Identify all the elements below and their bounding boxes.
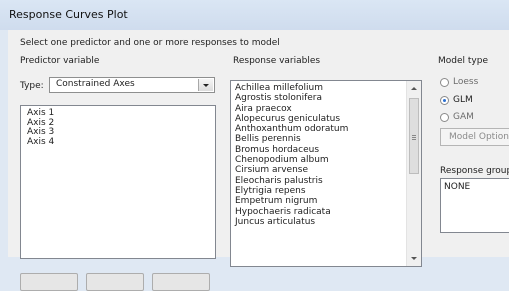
list-item[interactable]: Cirsium arvense bbox=[235, 165, 421, 175]
list-item[interactable]: Juncus articulatus bbox=[235, 217, 421, 227]
response-section-title: Response variables bbox=[233, 56, 321, 66]
list-item[interactable]: Bromus hordaceus bbox=[235, 145, 421, 155]
window-title: Response Curves Plot bbox=[9, 8, 128, 21]
dropdown-button[interactable] bbox=[198, 79, 213, 91]
instruction-text: Select one predictor and one or more res… bbox=[20, 38, 280, 48]
scrollbar-thumb[interactable] bbox=[409, 98, 419, 174]
type-dropdown[interactable]: Constrained Axes bbox=[49, 77, 215, 93]
radio-circle-icon[interactable] bbox=[440, 113, 449, 122]
list-item[interactable]: Agrostis stolonifera bbox=[235, 93, 421, 103]
title-bar: Response Curves Plot bbox=[0, 0, 509, 30]
response-scrollbar[interactable] bbox=[406, 81, 421, 266]
response-list[interactable]: Achillea millefolium Agrostis stolonifer… bbox=[230, 80, 422, 267]
list-item[interactable]: Chenopodium album bbox=[235, 155, 421, 165]
list-item[interactable]: Axis 2 bbox=[27, 118, 215, 129]
grip-icon bbox=[412, 135, 416, 136]
dialog-body: Select one predictor and one or more res… bbox=[8, 30, 509, 291]
bottom-button[interactable] bbox=[152, 273, 210, 291]
response-group-list[interactable]: NONE bbox=[440, 178, 509, 233]
model-type-title: Model type bbox=[438, 56, 488, 66]
response-group-title: Response group bbox=[440, 166, 509, 176]
list-item[interactable]: Achillea millefolium bbox=[235, 83, 421, 93]
radio-circle-icon[interactable] bbox=[440, 78, 449, 87]
radio-label: Loess bbox=[453, 77, 479, 87]
predictor-section-title: Predictor variable bbox=[20, 56, 100, 66]
list-item[interactable]: Bellis perennis bbox=[235, 134, 421, 144]
list-item[interactable]: Hypochaeris radicata bbox=[235, 207, 421, 217]
list-item[interactable]: Eleocharis palustris bbox=[235, 176, 421, 186]
list-item[interactable]: Aira praecox bbox=[235, 104, 421, 114]
list-item[interactable]: Axis 3 bbox=[27, 127, 215, 138]
list-item[interactable]: Axis 4 bbox=[27, 137, 215, 148]
predictor-list[interactable]: Axis 1 Axis 2 Axis 3 Axis 4 bbox=[20, 105, 216, 259]
bottom-button[interactable] bbox=[20, 273, 78, 291]
type-dropdown-value: Constrained Axes bbox=[56, 79, 135, 89]
radio-label: GLM bbox=[453, 95, 473, 105]
chevron-down-icon bbox=[203, 84, 209, 87]
radio-selected-icon[interactable] bbox=[440, 96, 449, 105]
list-item[interactable]: Elytrigia repens bbox=[235, 186, 421, 196]
scroll-up-icon[interactable] bbox=[411, 87, 417, 90]
list-item[interactable]: NONE bbox=[444, 182, 470, 192]
list-item[interactable]: Anthoxanthum odoratum bbox=[235, 124, 421, 134]
type-label: Type: bbox=[20, 81, 44, 91]
list-item[interactable]: Alopecurus geniculatus bbox=[235, 114, 421, 124]
bottom-button[interactable] bbox=[86, 273, 144, 291]
scroll-down-icon[interactable] bbox=[411, 257, 417, 260]
model-options-button[interactable]: Model Options bbox=[440, 128, 509, 146]
list-item[interactable]: Axis 1 bbox=[27, 108, 215, 119]
radio-label: GAM bbox=[453, 112, 474, 122]
list-item[interactable]: Empetrum nigrum bbox=[235, 196, 421, 206]
